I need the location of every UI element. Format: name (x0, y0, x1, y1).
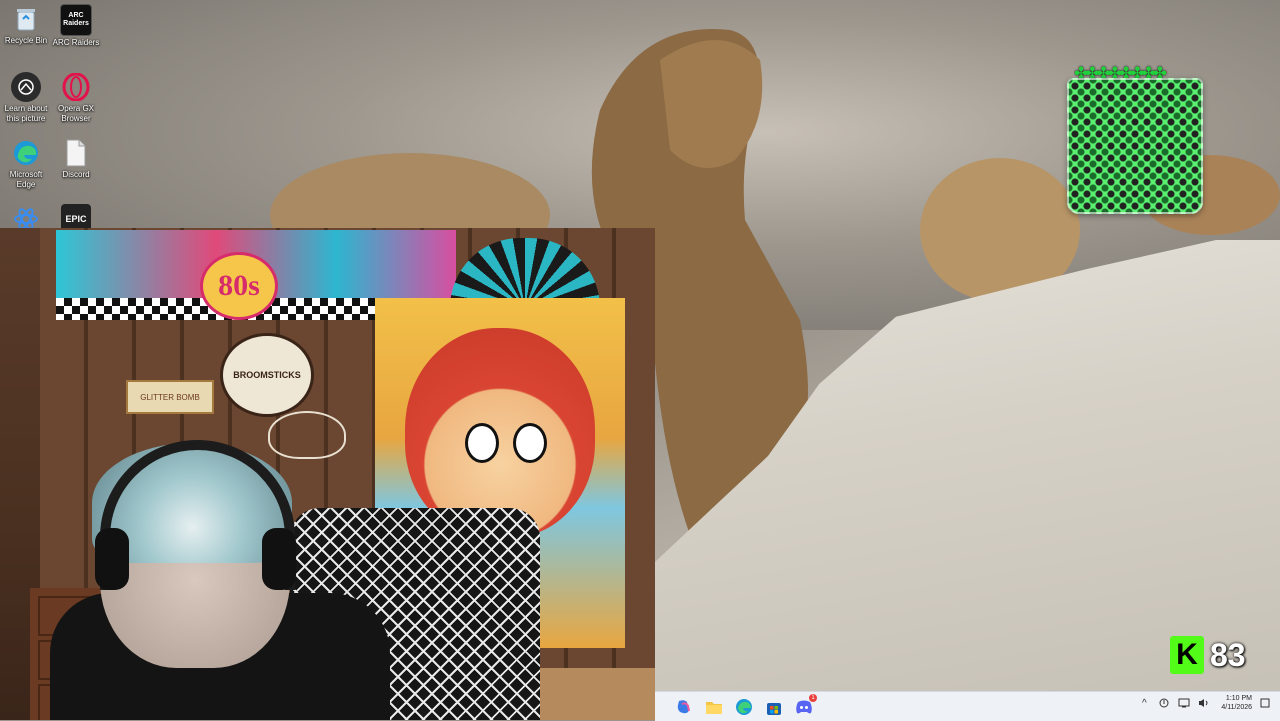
webcam-headset-earcup (262, 528, 296, 590)
taskbar-store-button[interactable] (763, 696, 785, 718)
edge-icon (736, 699, 752, 715)
desktop-icon-label: Learn about this picture (4, 104, 48, 123)
volume-icon[interactable] (1197, 696, 1211, 710)
webcam-cardboard-box (540, 668, 655, 720)
desktop-icon-microsoft-edge[interactable]: Microsoft Edge (0, 138, 52, 190)
taskbar-file-explorer-button[interactable] (703, 696, 725, 718)
desktop-icon-arc-raiders[interactable]: ARC Raiders ARC Raiders (50, 4, 102, 48)
webcam-cat-decoration (268, 411, 346, 459)
recycle-bin-icon (11, 4, 41, 34)
file-icon (61, 138, 91, 168)
desktop-icon-discord[interactable]: Discord (50, 138, 102, 180)
webcam-glitter-sign: GLITTER BOMB (126, 380, 214, 414)
chevron-up-icon[interactable]: ^ (1137, 696, 1151, 710)
notifications-icon[interactable] (1258, 696, 1272, 710)
taskbar: 1 ^ 1:10 PM 4/11/2026 (655, 691, 1280, 721)
clover-jar-icon (1067, 78, 1203, 214)
taskbar-copilot-button[interactable] (673, 696, 695, 718)
taskbar-apps: 1 (673, 694, 817, 718)
taskbar-clock[interactable]: 1:10 PM 4/11/2026 (1221, 694, 1252, 712)
network-icon[interactable] (1177, 696, 1191, 710)
copilot-icon (677, 700, 690, 714)
desktop-icon-label: Discord (62, 170, 90, 179)
clock-time: 1:10 PM (1225, 695, 1252, 702)
webcam-80s-sign: 80s (200, 252, 278, 320)
file-explorer-icon (706, 702, 722, 714)
webcam-headset-earcup (95, 528, 129, 590)
camera-icon (11, 72, 41, 102)
onedrive-icon[interactable] (1157, 696, 1171, 710)
webcam-mario-poster-face (405, 328, 595, 538)
kick-viewer-count: 83 (1210, 636, 1246, 673)
kick-viewer-badge: K 83 (1170, 636, 1246, 674)
taskbar-edge-button[interactable] (733, 696, 755, 718)
desktop-icon-opera-gx[interactable]: Opera GX Browser (50, 72, 102, 124)
desktop-icon-label: Opera GX Browser (57, 104, 94, 123)
desktop-icon-recycle-bin[interactable]: Recycle Bin (0, 4, 52, 46)
kick-logo-icon: K (1170, 636, 1204, 674)
taskbar-discord-button[interactable]: 1 (793, 694, 817, 718)
desktop-icon-label: Recycle Bin (4, 36, 48, 45)
webcam-overlay: 80s BROOMSTICKS GLITTER BOMB (0, 228, 655, 720)
edge-icon (11, 138, 41, 168)
webcam-round-sign: BROOMSTICKS (220, 333, 314, 417)
desktop-icons: Recycle Bin ARC Raiders ARC Raiders Lear… (0, 0, 110, 234)
discord-notification-badge: 1 (809, 694, 817, 702)
stream-jar-widget: ✤✤✤✤✤✤✤✤ (1064, 64, 1204, 214)
system-tray: ^ 1:10 PM 4/11/2026 (1137, 694, 1272, 712)
desktop-icon-label: Microsoft Edge (9, 170, 43, 189)
microsoft-store-icon (767, 703, 781, 715)
desktop-icon-learn-about-picture[interactable]: Learn about this picture (0, 72, 52, 124)
clock-date: 4/11/2026 (1221, 704, 1252, 711)
opera-gx-icon (61, 72, 91, 102)
arc-raiders-icon: ARC Raiders (60, 4, 92, 36)
desktop-icon-label: ARC Raiders (52, 38, 100, 47)
